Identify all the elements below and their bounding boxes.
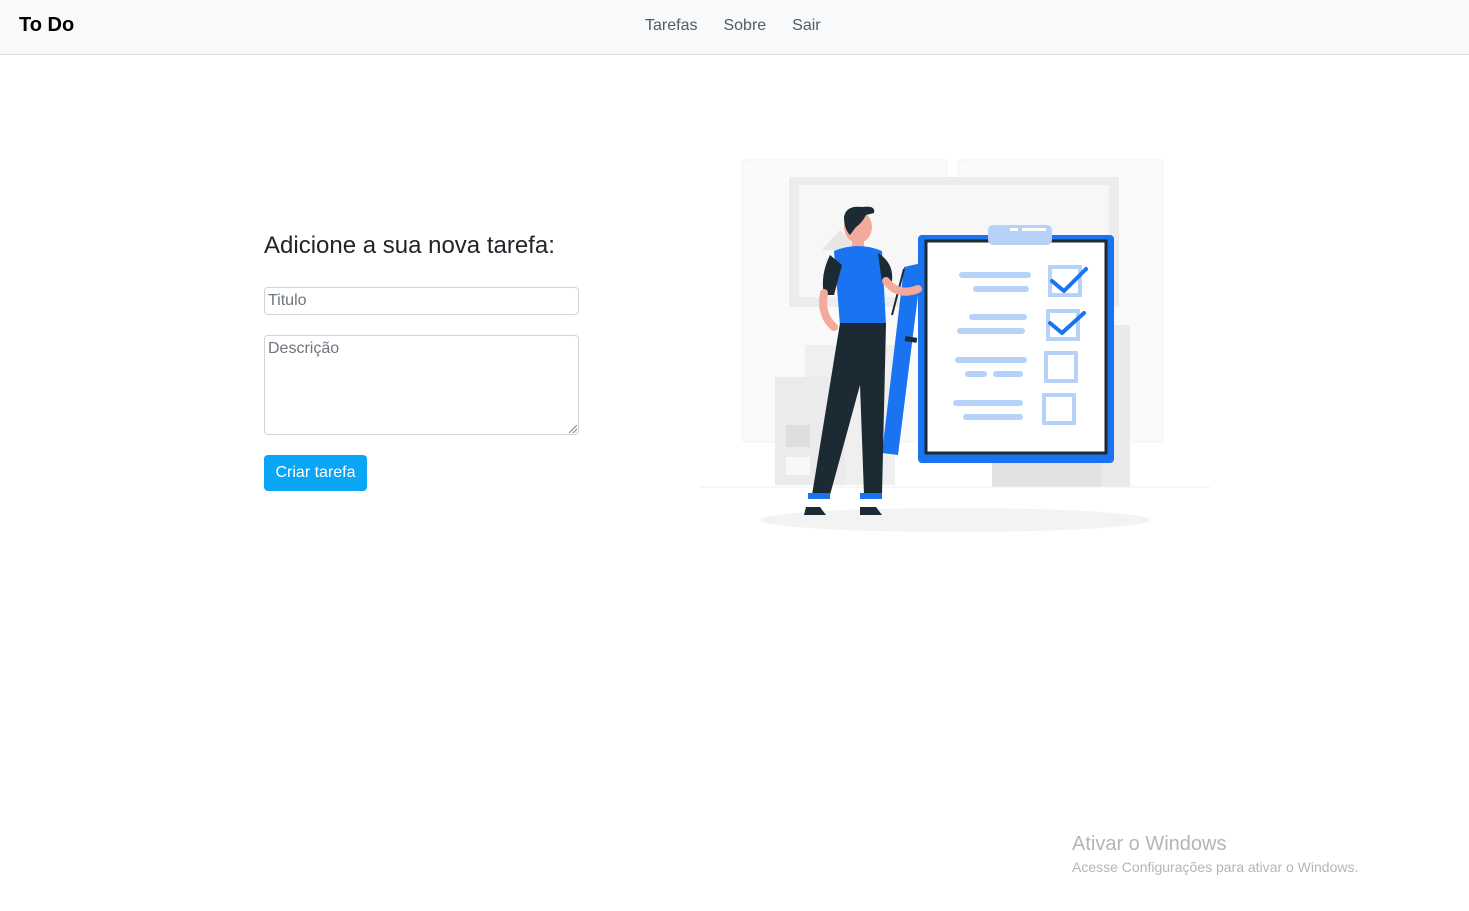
description-textarea[interactable] xyxy=(264,335,579,435)
resize-grip-icon[interactable] xyxy=(569,425,577,433)
clip-dot-2 xyxy=(1022,228,1046,231)
clip-dot-1 xyxy=(1010,228,1018,231)
bg-box-4 xyxy=(786,457,810,475)
form-heading: Adicione a sua nova tarefa: xyxy=(264,232,555,259)
watermark-subtitle: Acesse Configurações para ativar o Windo… xyxy=(1072,859,1359,875)
brand-logo[interactable]: To Do xyxy=(19,14,74,37)
title-input[interactable] xyxy=(264,287,579,315)
navbar: To Do Tarefas Sobre Sair xyxy=(0,0,1469,55)
watermark-title: Ativar o Windows xyxy=(1072,833,1227,855)
description-wrapper xyxy=(264,335,579,435)
checklist-illustration xyxy=(700,159,1210,532)
create-task-button[interactable]: Criar tarefa xyxy=(264,455,367,491)
task-form: Adicione a sua nova tarefa: Criar tarefa xyxy=(264,230,580,491)
bg-box-3 xyxy=(786,425,810,447)
nav-link-sair[interactable]: Sair xyxy=(792,17,820,35)
nav-links: Tarefas Sobre Sair xyxy=(645,17,847,35)
nav-link-tarefas[interactable]: Tarefas xyxy=(645,17,697,35)
windows-activation-watermark: Ativar o Windows Acesse Configurações pa… xyxy=(1072,832,1358,878)
nav-link-sobre[interactable]: Sobre xyxy=(723,17,766,35)
